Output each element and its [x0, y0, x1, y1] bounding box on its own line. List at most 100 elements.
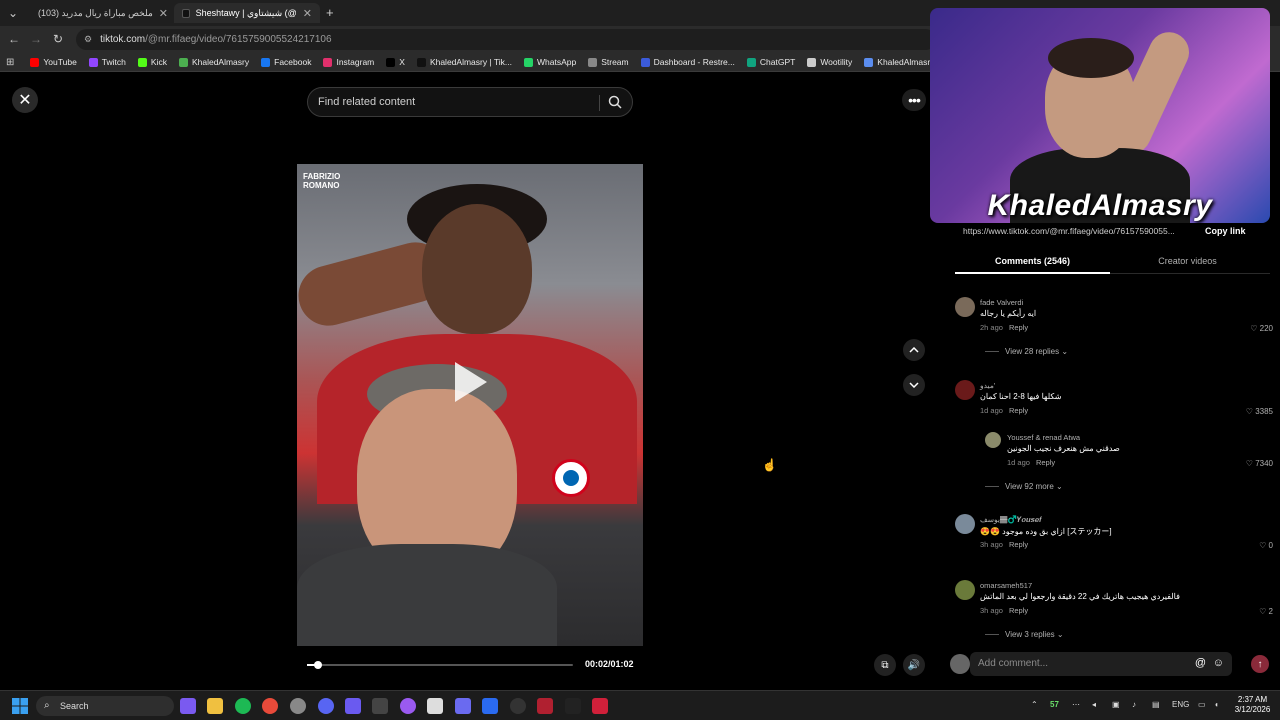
chevron-up-icon[interactable]: ⌃ — [1031, 700, 1038, 709]
bookmark-item[interactable]: KhaledAlmasry | Tik... — [411, 57, 518, 67]
microphone-icon[interactable]: ♪ — [1132, 700, 1136, 709]
keyboard-icon[interactable]: ▤ — [1152, 700, 1160, 709]
view-more-replies-button[interactable]: View 92 more ⌄ — [985, 482, 1063, 491]
bookmark-item[interactable]: WhatsApp — [518, 57, 582, 67]
bookmark-item[interactable]: ChatGPT — [741, 57, 801, 67]
copy-link-button[interactable]: Copy link — [1205, 224, 1246, 236]
avatar[interactable] — [955, 514, 975, 534]
view-replies-button[interactable]: View 28 replies ⌄ — [985, 347, 1068, 356]
comment-user[interactable]: fade Valverdi — [980, 298, 1023, 307]
avatar[interactable] — [985, 432, 1001, 448]
reply-button[interactable]: Reply — [1009, 323, 1028, 332]
windows-icon[interactable] — [12, 698, 28, 714]
settings-icon[interactable] — [290, 698, 306, 714]
heart-icon[interactable]: ♡ — [1246, 459, 1253, 468]
comment-user[interactable]: omarsameh517 — [980, 581, 1032, 590]
avatar[interactable] — [955, 380, 975, 400]
reload-icon[interactable]: ↻ — [47, 28, 69, 50]
app-icon[interactable] — [565, 698, 581, 714]
bookmark-item[interactable]: Instagram — [317, 57, 380, 67]
heart-icon[interactable]: ♡ — [1259, 541, 1266, 550]
bookmark-item[interactable]: Kick — [132, 57, 173, 67]
url-field[interactable]: ⚙ tiktok.com/@mr.fifaeg/video/7615759005… — [76, 29, 936, 50]
app-icon[interactable] — [455, 698, 471, 714]
bookmark-item[interactable]: Twitch — [83, 57, 132, 67]
bookmark-item[interactable]: Dashboard - Restre... — [635, 57, 741, 67]
search-icon[interactable] — [608, 95, 622, 112]
progress-knob[interactable] — [313, 661, 322, 669]
tab-list-icon[interactable]: ⌄ — [2, 2, 24, 24]
reply-button[interactable]: Reply — [1009, 606, 1028, 615]
volume-icon[interactable]: ◖ — [1214, 700, 1219, 709]
browser-tab[interactable]: ملخص مباراة ريال مدريد (103) ✕ — [24, 3, 170, 23]
mention-icon[interactable]: @ — [1195, 657, 1206, 669]
app-icon[interactable] — [510, 698, 526, 714]
apps-icon[interactable]: ⊞ — [6, 57, 14, 68]
app-icon[interactable] — [427, 698, 443, 714]
floating-player-icon[interactable]: ⧉ — [874, 654, 896, 676]
close-tab-icon[interactable]: ✕ — [159, 7, 168, 20]
tray-icon[interactable]: ◂ — [1092, 700, 1096, 709]
chevron-down-icon[interactable] — [903, 374, 925, 396]
view-replies-button[interactable]: View 3 replies ⌄ — [985, 630, 1064, 639]
spotify-icon[interactable] — [235, 698, 251, 714]
heart-icon[interactable]: ♡ — [1250, 324, 1257, 333]
bookmark-label: X — [399, 57, 405, 67]
tray-icon[interactable]: ⋯ — [1072, 700, 1080, 709]
comment-user[interactable]: يوسف🏾‍♂️𝒀𝒐𝒖𝒔𝒆𝒇 — [980, 515, 1042, 525]
avatar[interactable] — [955, 297, 975, 317]
bookmark-item[interactable]: Wootility — [801, 57, 858, 67]
site-info-icon[interactable]: ⚙ — [84, 34, 92, 45]
clock-date: 3/12/2026 — [1234, 705, 1271, 714]
more-icon[interactable]: ••• — [902, 89, 926, 111]
reply-button[interactable]: Reply — [1036, 458, 1055, 467]
bookmark-item[interactable]: KhaledAlmasry — [858, 57, 940, 67]
progress-bar[interactable] — [307, 661, 573, 669]
app-icon[interactable] — [372, 698, 388, 714]
language-indicator[interactable]: ENG — [1172, 700, 1189, 709]
reply-button[interactable]: Reply — [1009, 406, 1028, 415]
post-comment-button[interactable]: ↑ — [1251, 655, 1269, 673]
bookmark-item[interactable]: YouTube — [24, 57, 82, 67]
comment-input[interactable]: Add comment... @ ☺ — [970, 652, 1232, 676]
file-explorer-icon[interactable] — [207, 698, 223, 714]
bookmark-item[interactable]: Stream — [582, 57, 634, 67]
app-icon[interactable] — [345, 698, 361, 714]
close-tab-icon[interactable]: ✕ — [303, 7, 312, 20]
back-icon[interactable]: ← — [3, 28, 25, 50]
reply-button[interactable]: Reply — [1009, 540, 1028, 549]
heart-icon[interactable]: ♡ — [1259, 607, 1266, 616]
app-icon[interactable] — [482, 698, 498, 714]
copilot-icon[interactable] — [180, 698, 196, 714]
bookmark-item[interactable]: KhaledAlmasry — [173, 57, 255, 67]
comment-user[interactable]: ميدو' — [980, 381, 995, 390]
clock[interactable]: 2:37 AM 3/12/2026 — [1230, 695, 1275, 715]
browser-tab-active[interactable]: Sheshtawy | شيشتاوي (@ ✕ — [174, 3, 320, 23]
share-url[interactable]: https://www.tiktok.com/@mr.fifaeg/video/… — [963, 224, 1200, 240]
bookmark-favicon-icon — [137, 57, 147, 67]
tab-comments[interactable]: Comments (2546) — [955, 256, 1110, 266]
discord-icon[interactable] — [318, 698, 334, 714]
volume-icon[interactable]: 🔊 — [903, 654, 925, 676]
heart-icon[interactable]: ♡ — [1246, 407, 1253, 416]
bookmark-item[interactable]: Facebook — [255, 57, 317, 67]
close-icon[interactable]: ✕ — [12, 87, 38, 113]
new-tab-button[interactable]: + — [326, 5, 334, 20]
bookmark-item[interactable]: X — [380, 57, 411, 67]
network-icon[interactable]: ▭ — [1198, 700, 1206, 709]
comment-user[interactable]: Youssef & renad Atwa — [1007, 433, 1080, 442]
emoji-icon[interactable]: ☺ — [1213, 657, 1224, 669]
play-icon[interactable] — [455, 362, 487, 402]
app-icon[interactable] — [400, 698, 416, 714]
tray-icon[interactable]: ▣ — [1112, 700, 1120, 709]
app-icon[interactable] — [592, 698, 608, 714]
taskbar-search[interactable]: ⌕ Search — [36, 696, 174, 716]
chrome-icon[interactable] — [262, 698, 278, 714]
tab-creator-videos[interactable]: Creator videos — [1110, 256, 1265, 266]
video-player[interactable]: FABRIZIO ROMANO — [297, 164, 643, 646]
chevron-up-icon[interactable] — [903, 339, 925, 361]
app-icon[interactable] — [537, 698, 553, 714]
avatar[interactable] — [955, 580, 975, 600]
forward-icon[interactable]: → — [25, 28, 47, 50]
search-input[interactable]: Find related content — [307, 87, 633, 117]
